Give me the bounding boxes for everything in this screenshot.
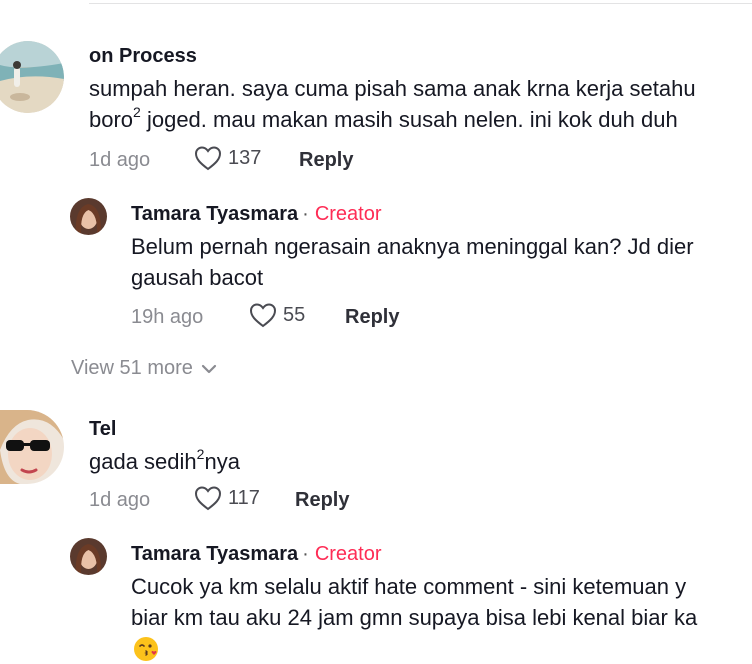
avatar[interactable] [70, 538, 107, 575]
creator-avatar-image [70, 538, 107, 575]
reply-username[interactable]: Tamara Tyasmara · Creator [131, 543, 382, 566]
view-more-label: View 51 more [71, 357, 193, 379]
view-more-replies-button[interactable]: View 51 more [71, 357, 217, 380]
separator-dot: · [302, 203, 309, 225]
creator-badge: Creator [314, 543, 382, 565]
separator-dot: · [302, 543, 309, 565]
text-fragment: joged. mau makan masih susah nelen. ini … [140, 107, 678, 132]
like-button[interactable]: 55 [249, 302, 305, 328]
reply-text-line: Belum pernah ngerasain anaknya meninggal… [131, 234, 694, 259]
heart-outline-icon [194, 486, 222, 511]
sunglasses-photo-avatar-image [0, 410, 64, 484]
beach-photo-avatar-image [0, 41, 64, 113]
reply-button[interactable]: Reply [345, 306, 399, 329]
creator-avatar-image [70, 198, 107, 235]
superscript: 2 [196, 445, 205, 462]
timestamp: 19h ago [131, 306, 204, 328]
like-count: 137 [228, 146, 262, 169]
reply-button[interactable]: Reply [295, 489, 349, 512]
avatar[interactable] [0, 41, 64, 113]
comment-username[interactable]: Tel [89, 418, 116, 441]
comment-text: sumpah heran. saya cuma pisah sama anak … [89, 73, 696, 135]
like-count: 55 [283, 303, 306, 326]
heart-outline-icon [194, 146, 222, 171]
like-button[interactable]: 137 [194, 145, 261, 171]
username-text: Tamara Tyasmara [131, 543, 299, 565]
comment-text-line: gada sedih2nya [89, 446, 240, 477]
avatar[interactable] [70, 198, 107, 235]
comment-text-line: sumpah heran. saya cuma pisah sama anak … [89, 76, 696, 101]
text-fragment: gada sedih [89, 449, 197, 474]
reply-button[interactable]: Reply [299, 149, 353, 172]
reply-text-line: Cucok ya km selalu aktif hate comment - … [131, 574, 687, 599]
comment-username[interactable]: on Process [89, 45, 197, 68]
reply-text-line: gausah bacot [131, 265, 264, 290]
face-blowing-kiss-emoji [134, 637, 158, 661]
chevron-down-icon [201, 364, 217, 373]
reply-text: Cucok ya km selalu aktif hate comment - … [131, 571, 697, 633]
reply-text: Belum pernah ngerasain anaknya meninggal… [131, 231, 694, 293]
superscript: 2 [133, 103, 141, 120]
comment-meta: 1d ago 137 Reply [0, 145, 752, 175]
comment-meta: 1d ago 117 Reply [0, 485, 752, 515]
heart-outline-icon [249, 303, 277, 328]
like-count: 117 [228, 486, 260, 509]
comment-text-line: boro2 joged. mau makan masih susah nelen… [89, 104, 696, 135]
text-fragment: boro [89, 107, 134, 132]
timestamp: 1d ago [89, 489, 151, 511]
comment-text: gada sedih2nya [89, 446, 240, 477]
avatar[interactable] [0, 410, 64, 484]
like-button[interactable]: 117 [194, 485, 260, 511]
timestamp: 1d ago [89, 149, 151, 171]
top-divider [89, 3, 752, 4]
reply-text-line: biar km tau aku 24 jam gmn supaya bisa l… [131, 605, 698, 630]
reply-meta: 19h ago 55 Reply [0, 302, 752, 332]
text-fragment: nya [204, 449, 240, 474]
creator-badge: Creator [314, 203, 382, 225]
username-text: Tamara Tyasmara [131, 203, 299, 225]
reply-username[interactable]: Tamara Tyasmara · Creator [131, 203, 382, 226]
